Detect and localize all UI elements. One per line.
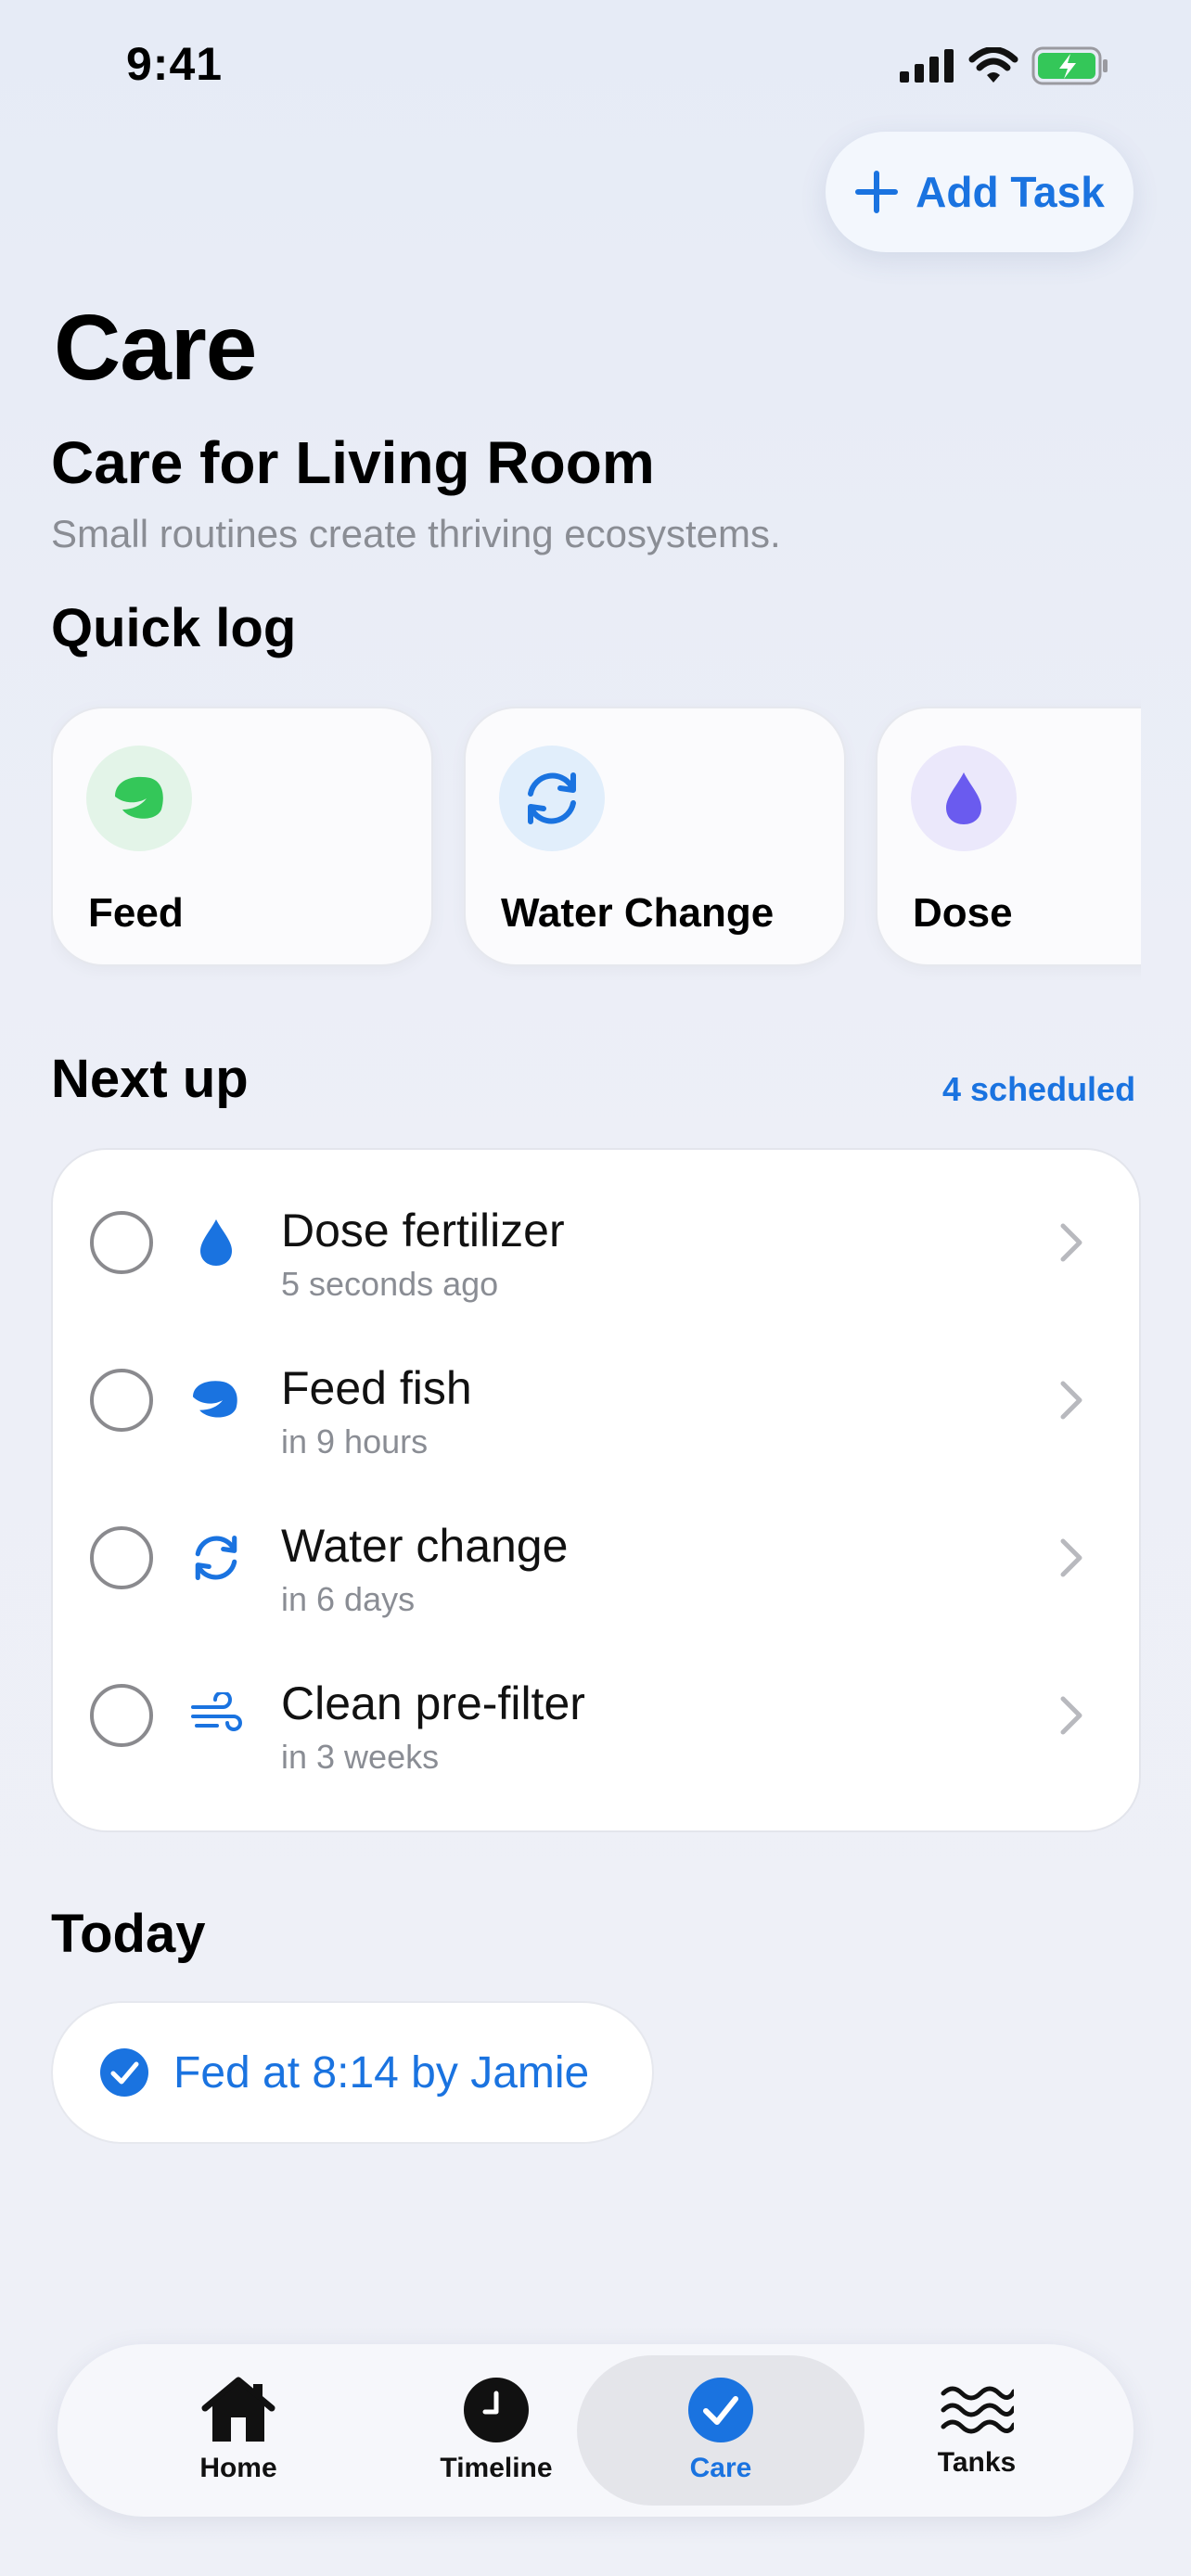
task-due: in 9 hours xyxy=(281,1422,429,1460)
leaf-icon xyxy=(188,1372,244,1428)
drop-icon xyxy=(911,746,1017,851)
task-checkbox[interactable] xyxy=(90,1211,153,1274)
task-title: Water change xyxy=(281,1520,569,1572)
task-row[interactable]: Water change in 6 days xyxy=(53,1482,1139,1639)
wifi-icon xyxy=(968,47,1018,83)
chevron-right-icon xyxy=(1060,1696,1082,1735)
task-title: Feed fish xyxy=(281,1362,472,1414)
scheduled-count-link[interactable]: 4 scheduled xyxy=(942,1070,1135,1109)
task-checkbox[interactable] xyxy=(90,1526,153,1589)
task-due: 5 seconds ago xyxy=(281,1265,499,1303)
quick-log-water-change-card[interactable]: Water Change xyxy=(464,707,846,966)
clock-icon xyxy=(464,2378,529,2442)
tab-label: Tanks xyxy=(937,2447,1017,2478)
wind-icon xyxy=(188,1688,244,1743)
quick-log-heading: Quick log xyxy=(51,598,297,658)
task-row[interactable]: Feed fish in 9 hours xyxy=(53,1324,1139,1482)
add-task-label: Add Task xyxy=(916,168,1105,216)
add-task-button[interactable]: Add Task xyxy=(826,132,1133,252)
tab-bar: Home Timeline Care Tanks xyxy=(58,2344,1133,2517)
page-subtitle: Small routines create thriving ecosystem… xyxy=(51,512,781,555)
task-title: Dose fertilizer xyxy=(281,1205,565,1256)
task-checkbox[interactable] xyxy=(90,1684,153,1747)
tab-label: Timeline xyxy=(440,2453,553,2483)
tab-home[interactable]: Home xyxy=(95,2355,382,2506)
refresh-icon xyxy=(188,1530,244,1586)
task-checkbox[interactable] xyxy=(90,1369,153,1432)
tab-label: Care xyxy=(689,2453,752,2483)
task-due: in 3 weeks xyxy=(281,1738,440,1776)
quick-log-strip[interactable]: Feed Water Change Dose xyxy=(51,697,1141,980)
quick-log-label: Feed xyxy=(88,890,184,936)
quick-log-feed-card[interactable]: Feed xyxy=(51,707,433,966)
status-time: 9:41 xyxy=(126,38,224,90)
quick-log-label: Dose xyxy=(913,890,1013,936)
today-entry-text: Fed at 8:14 by Jamie xyxy=(173,2047,590,2098)
chevron-right-icon xyxy=(1060,1223,1082,1262)
plus-icon xyxy=(855,171,899,213)
today-heading: Today xyxy=(51,1904,206,1964)
waves-icon xyxy=(941,2386,1014,2434)
house-icon xyxy=(201,2377,275,2442)
leaf-icon xyxy=(86,746,192,851)
today-log-entry[interactable]: Fed at 8:14 by Jamie xyxy=(51,2001,654,2144)
tab-care[interactable]: Care xyxy=(577,2355,864,2506)
chevron-right-icon xyxy=(1060,1381,1082,1420)
task-due: in 6 days xyxy=(281,1580,416,1618)
battery-charging-icon xyxy=(1031,46,1108,85)
next-up-heading: Next up xyxy=(51,1049,249,1109)
tab-label: Home xyxy=(199,2453,277,2483)
checkmark-circle-icon xyxy=(688,2378,753,2442)
task-title: Clean pre-filter xyxy=(281,1677,585,1729)
refresh-icon xyxy=(499,746,605,851)
quick-log-label: Water Change xyxy=(501,890,775,936)
cellular-signal-icon xyxy=(900,49,954,83)
status-icons xyxy=(900,46,1109,85)
drop-icon xyxy=(188,1215,244,1270)
next-up-list: Dose fertilizer 5 seconds ago Feed fish … xyxy=(51,1148,1141,1832)
quick-log-dose-card[interactable]: Dose xyxy=(876,707,1141,966)
chevron-right-icon xyxy=(1060,1538,1082,1577)
tab-tanks[interactable]: Tanks xyxy=(833,2355,1121,2506)
checkmark-circle-icon xyxy=(100,2048,148,2097)
task-row[interactable]: Clean pre-filter in 3 weeks xyxy=(53,1639,1139,1797)
page-title: Care xyxy=(54,296,257,400)
task-row[interactable]: Dose fertilizer 5 seconds ago xyxy=(53,1167,1139,1324)
room-title: Care for Living Room xyxy=(51,429,655,496)
